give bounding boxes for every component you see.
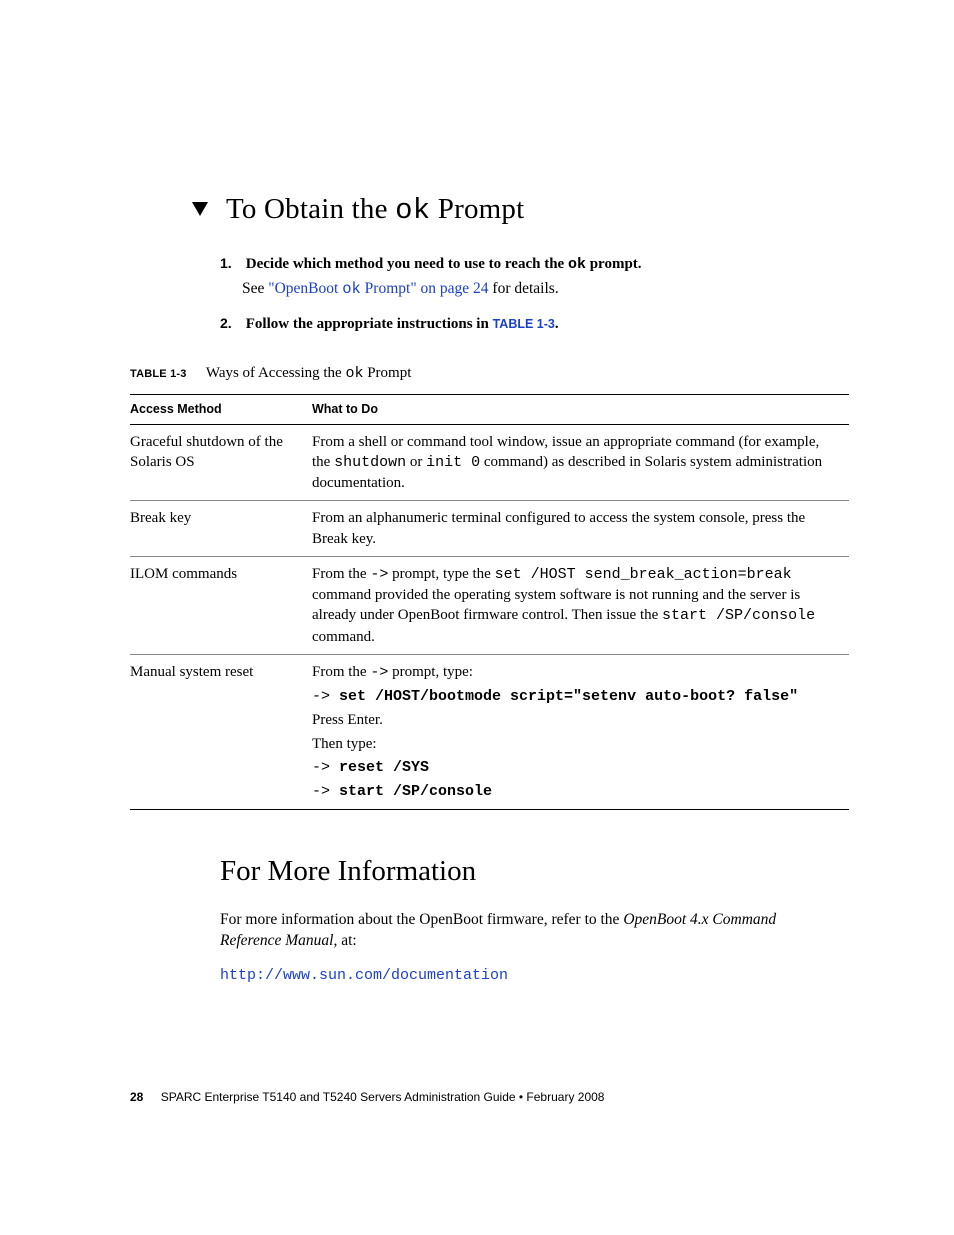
for-more-para: For more information about the OpenBoot … [220,910,789,952]
page-number: 28 [130,1090,143,1104]
step-number: 2. [220,314,242,333]
title-text: To Obtain the ok Prompt [226,190,524,230]
cell-method: Manual system reset [130,654,312,810]
section-title: To Obtain the ok Prompt [130,190,849,230]
step-lead: Follow the appropriate instructions in T… [246,316,559,332]
triangle-down-icon [190,190,210,229]
step-lead: Decide which method you need to use to r… [246,256,642,272]
title-pre: To Obtain the [226,193,395,225]
access-methods-table: Access Method What to Do Graceful shutdo… [130,394,849,811]
table-row: Manual system reset From the -> prompt, … [130,654,849,810]
content-area: To Obtain the ok Prompt 1. Decide which … [130,190,849,1001]
cell-todo: From a shell or command tool window, iss… [312,424,849,501]
table-caption: TABLE 1-3 Ways of Accessing the ok Promp… [130,363,849,384]
for-more-heading: For More Information [220,852,849,891]
press-enter-text: Press Enter. [312,710,839,730]
col-header-method: Access Method [130,394,312,424]
cell-todo: From the -> prompt, type: -> set /HOST/b… [312,654,849,810]
title-post: Prompt [430,193,524,225]
table-caption-label: TABLE 1-3 [130,368,187,380]
step-number: 1. [220,254,242,273]
cell-method: ILOM commands [130,556,312,654]
cell-todo: From an alphanumeric terminal configured… [312,501,849,557]
command-line: -> set /HOST/bootmode script="setenv aut… [312,686,839,707]
xref-link[interactable]: "OpenBoot ok Prompt" on page 24 [268,280,488,297]
cell-method: Graceful shutdown of the Solaris OS [130,424,312,501]
cell-method: Break key [130,501,312,557]
documentation-url-link[interactable]: http://www.sun.com/documentation [220,967,508,984]
title-code: ok [395,194,430,227]
command-line: -> start /SP/console [312,781,839,802]
step-subtext: See "OpenBoot ok Prompt" on page 24 for … [242,279,789,300]
table-row: Graceful shutdown of the Solaris OS From… [130,424,849,501]
page: To Obtain the ok Prompt 1. Decide which … [0,0,954,1235]
step-1: 1. Decide which method you need to use t… [220,254,789,300]
page-footer: 28 SPARC Enterprise T5140 and T5240 Serv… [130,1089,604,1105]
step-2: 2. Follow the appropriate instructions i… [220,314,789,334]
command-line: -> reset /SYS [312,757,839,778]
step-list: 1. Decide which method you need to use t… [220,254,789,334]
cell-todo: From the -> prompt, type the set /HOST s… [312,556,849,654]
then-type-text: Then type: [312,734,839,754]
col-header-todo: What to Do [312,394,849,424]
table-xref-link[interactable]: TABLE 1-3 [493,317,555,331]
table-caption-text: Ways of Accessing the ok Prompt [206,365,412,381]
footer-text: SPARC Enterprise T5140 and T5240 Servers… [161,1090,605,1104]
for-more-body: For more information about the OpenBoot … [220,910,789,987]
table-row: Break key From an alphanumeric terminal … [130,501,849,557]
table-row: ILOM commands From the -> prompt, type t… [130,556,849,654]
